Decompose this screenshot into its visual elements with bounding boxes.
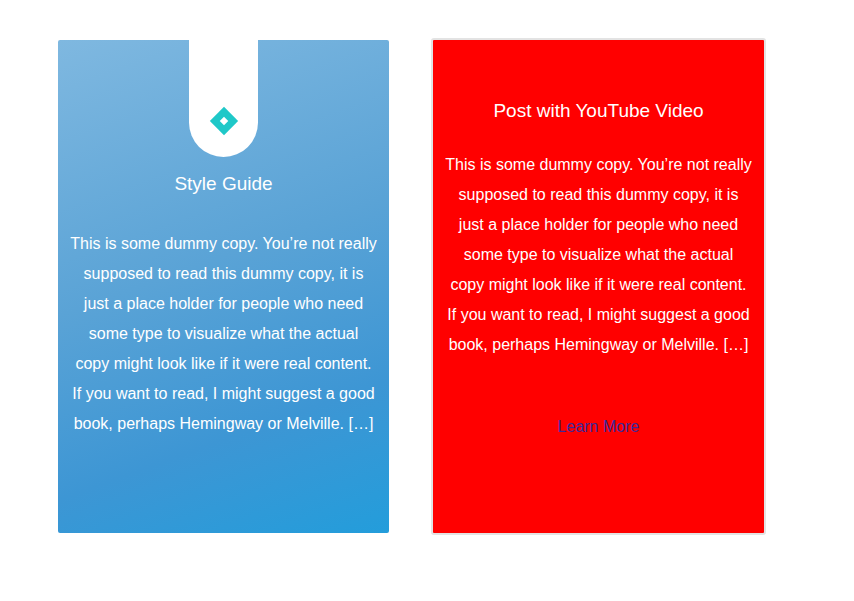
card-title[interactable]: Post with YouTube Video — [493, 98, 703, 124]
diamond-icon — [209, 107, 237, 135]
card-excerpt: This is some dummy copy. You’re not real… — [445, 150, 752, 360]
diamond-center-icon — [219, 117, 227, 125]
card-tab — [189, 40, 258, 157]
card-title[interactable]: Style Guide — [174, 171, 272, 197]
post-card[interactable]: Style Guide This is some dummy copy. You’… — [58, 40, 389, 533]
card-excerpt: This is some dummy copy. You’re not real… — [70, 229, 377, 439]
post-card[interactable]: Post with YouTube Video This is some dumm… — [431, 38, 766, 535]
learn-more-link[interactable]: Learn More — [558, 416, 640, 438]
